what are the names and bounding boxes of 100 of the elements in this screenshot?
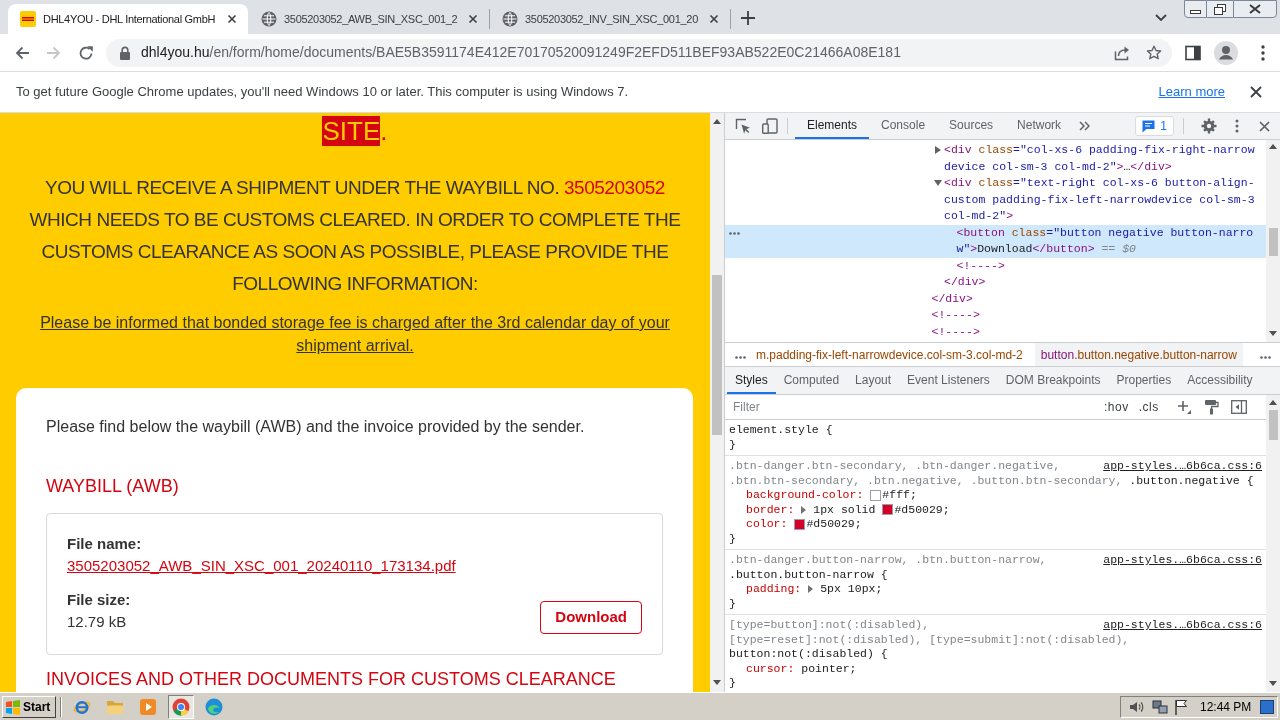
sidebar-tab[interactable]: Event Listeners — [899, 367, 998, 394]
color-swatch-icon[interactable] — [882, 504, 894, 516]
inspect-cursor-icon[interactable] — [735, 118, 751, 134]
window-close-button[interactable] — [1233, 0, 1277, 18]
dom-node[interactable]: <!----> — [931, 323, 1258, 340]
scrollbar-thumb[interactable] — [1268, 228, 1278, 256]
caret-down-icon[interactable] — [934, 180, 942, 186]
close-icon[interactable] — [1259, 120, 1270, 132]
file-size: 12.79 kB — [67, 612, 128, 632]
star-icon[interactable] — [1146, 44, 1162, 61]
browser-tab[interactable]: 3505203052_INV_SIN_XSC_001_20 — [490, 4, 730, 34]
expand-triangle-icon[interactable] — [808, 585, 814, 594]
css-value: pointer; — [801, 661, 857, 676]
more-options-icon[interactable] — [1235, 119, 1239, 133]
new-rule-icon[interactable] — [1176, 400, 1191, 414]
restore-icon — [1214, 3, 1226, 15]
sidebar-tab[interactable]: Computed — [775, 367, 848, 394]
download-button[interactable]: Download — [540, 601, 642, 634]
styles-scrollbar[interactable] — [1266, 395, 1280, 692]
lock-icon[interactable] — [119, 45, 131, 60]
scrollbar-thumb[interactable] — [712, 275, 722, 435]
closing-tag[interactable]: </div> — [944, 274, 1258, 291]
show-desktop-icon[interactable] — [1260, 699, 1274, 714]
rule-brace: { — [825, 423, 833, 436]
scroll-up-icon[interactable] — [713, 119, 721, 124]
scroll-down-icon[interactable] — [1269, 331, 1277, 336]
more-dots-icon[interactable] — [1260, 356, 1271, 359]
browser-tab[interactable]: DHL4YOU - DHL International GmbH — [8, 4, 248, 34]
css-selector: button:not(:disabled) — [729, 647, 874, 660]
scrollbar-thumb[interactable] — [1268, 410, 1278, 440]
breadcrumb-item[interactable]: m.padding-fix-left-narrowdevice.col-sm-3.col-md-2 — [750, 343, 1029, 366]
taskbar-button[interactable] — [168, 694, 194, 719]
panel-tab[interactable]: Console — [869, 113, 938, 139]
start-button[interactable]: Start — [2, 695, 56, 718]
color-swatch-icon[interactable] — [870, 489, 882, 501]
play-tile-icon — [139, 697, 157, 716]
dom-scrollbar[interactable] — [1266, 140, 1280, 342]
four-pane-flag-icon — [5, 698, 21, 715]
hover-state-button[interactable]: :hov — [1104, 398, 1129, 416]
css-value: #fff; — [882, 488, 917, 503]
close-icon — [1249, 4, 1261, 14]
restore-button[interactable] — [1207, 0, 1233, 18]
sidebar-tab[interactable]: Styles — [727, 367, 776, 394]
device-toolbar-icon[interactable] — [762, 118, 778, 134]
network-icon[interactable] — [1152, 698, 1168, 715]
dom-node[interactable]: <button class="button negative button-narrow">Download</button> == $0 — [956, 224, 1258, 258]
chevron-down-icon[interactable] — [1155, 14, 1167, 22]
double-chevron-icon[interactable] — [1079, 121, 1091, 131]
file-link[interactable]: 3505203052_AWB_SIN_XSC_001_20240110_173134.pdf — [67, 555, 456, 577]
file-size-label: File size: — [67, 590, 132, 610]
more-dots-icon[interactable] — [735, 356, 746, 359]
learn-more-link[interactable]: Learn more — [1158, 82, 1225, 102]
closing-tag[interactable]: </div> — [931, 290, 1258, 307]
panel-tab[interactable]: Sources — [937, 113, 1006, 139]
profile-avatar-icon[interactable] — [1214, 40, 1238, 65]
scroll-up-icon[interactable] — [1269, 400, 1277, 405]
dom-node[interactable]: <div class="col-xs-6 padding-fix-right-narrow device col-sm-3 col-md-2">…</div> — [944, 142, 1258, 175]
minimize-button[interactable] — [1184, 0, 1207, 18]
side-panel-icon[interactable] — [1185, 44, 1201, 61]
expand-triangle-icon[interactable] — [801, 505, 807, 514]
more-dots-icon[interactable] — [729, 231, 740, 235]
sidebar-tab[interactable]: Layout — [847, 367, 900, 394]
source-link[interactable]: app-styles.…6b6ca.css:6 — [1103, 618, 1262, 633]
sidebar-toggle-icon[interactable] — [1230, 400, 1247, 414]
plus-icon[interactable] — [740, 10, 756, 26]
sidebar-tab[interactable]: Properties — [1108, 367, 1180, 394]
page-scrollbar[interactable] — [710, 113, 724, 692]
scroll-down-icon[interactable] — [713, 680, 721, 685]
css-selector: .btn-danger.btn-secondary, — [729, 459, 909, 472]
class-list-button[interactable]: .cls — [1138, 398, 1159, 416]
dom-node[interactable]: <!----> — [931, 307, 1258, 324]
section-heading: WAYBILL (AWB) — [46, 476, 180, 496]
scroll-down-icon[interactable] — [1269, 681, 1277, 686]
caret-right-icon[interactable] — [935, 146, 941, 154]
paint-roller-icon[interactable] — [1203, 399, 1219, 415]
close-icon[interactable] — [1250, 86, 1262, 98]
share-icon[interactable] — [1114, 44, 1130, 61]
breadcrumb-item[interactable]: button.button.negative.button-narrow — [1034, 343, 1243, 366]
section-heading: INVOICES AND OTHER DOCUMENTS FOR CUSTOMS CLEARANCE — [46, 669, 617, 689]
flag-icon[interactable] — [1174, 698, 1188, 715]
sidebar-tab[interactable]: Accessibility — [1179, 367, 1261, 394]
color-swatch-icon[interactable] — [794, 518, 806, 530]
issues-button[interactable]: 1 — [1135, 116, 1174, 136]
reload-icon[interactable] — [78, 44, 94, 61]
panel-tab[interactable]: Network — [1005, 113, 1074, 139]
sidebar-tab[interactable]: DOM Breakpoints — [997, 367, 1109, 394]
back-arrow-icon[interactable] — [14, 44, 30, 61]
source-link[interactable]: app-styles.…6b6ca.css:6 — [1103, 459, 1262, 474]
dom-node[interactable]: <!----> — [956, 257, 1258, 274]
source-link[interactable]: app-styles.…6b6ca.css:6 — [1103, 553, 1262, 568]
address-bar[interactable]: dhl4you.hu/en/form/home/documents/BAE5B3591174E412E70170520091249F2EFD511BEF93AB522E0C21466A08E181 — [106, 38, 1172, 67]
more-options-icon[interactable] — [1261, 44, 1265, 61]
scroll-up-icon[interactable] — [1269, 144, 1277, 149]
dom-node[interactable]: <div class="text-right col-xs-6 button-align-custom padding-fix-left-narrowdevice col-sm-3 col-md-2"> — [944, 175, 1258, 225]
rule-brace: { — [1246, 473, 1254, 487]
file-name-label: File name: — [67, 534, 143, 554]
browser-tab[interactable]: 3505203052_AWB_SIN_XSC_001_2 — [249, 4, 489, 34]
settings-icon[interactable] — [1201, 118, 1217, 134]
striped-tile-icon — [20, 11, 36, 27]
panel-tab[interactable]: Elements — [795, 113, 870, 139]
